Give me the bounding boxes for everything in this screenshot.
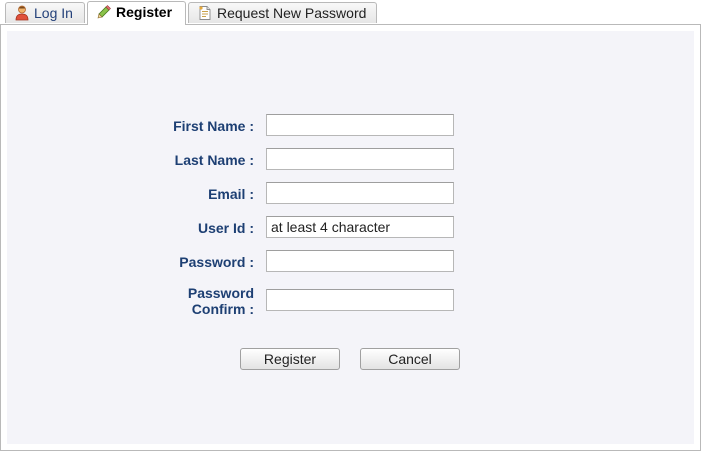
tab-request-new-password[interactable]: Request New Password (188, 2, 377, 23)
email-label: Email : (208, 186, 254, 202)
cancel-button[interactable]: Cancel (360, 348, 460, 370)
user-id-input[interactable] (266, 216, 454, 238)
first-name-input[interactable] (266, 114, 454, 136)
password-label: Password : (179, 254, 254, 270)
tab-login[interactable]: Log In (5, 2, 85, 23)
first-name-label: First Name : (173, 118, 254, 134)
password-input[interactable] (266, 250, 454, 272)
password-confirm-label-line1: Password (187, 285, 254, 301)
register-button[interactable]: Register (240, 348, 340, 370)
document-icon (197, 5, 213, 21)
tab-register-label: Register (116, 4, 173, 20)
user-icon (14, 5, 30, 21)
tab-register[interactable]: Register (87, 1, 186, 25)
last-name-label: Last Name : (174, 152, 254, 168)
pencil-icon (96, 4, 112, 20)
password-confirm-input[interactable] (266, 289, 454, 311)
tab-login-label: Log In (34, 5, 73, 21)
tab-request-label: Request New Password (217, 5, 367, 21)
user-id-label: User Id : (197, 220, 254, 236)
last-name-input[interactable] (266, 148, 454, 170)
email-input[interactable] (266, 182, 454, 204)
password-confirm-label-line2: Confirm : (191, 301, 254, 317)
tab-bar: Log In Register Request New Password (0, 0, 701, 25)
